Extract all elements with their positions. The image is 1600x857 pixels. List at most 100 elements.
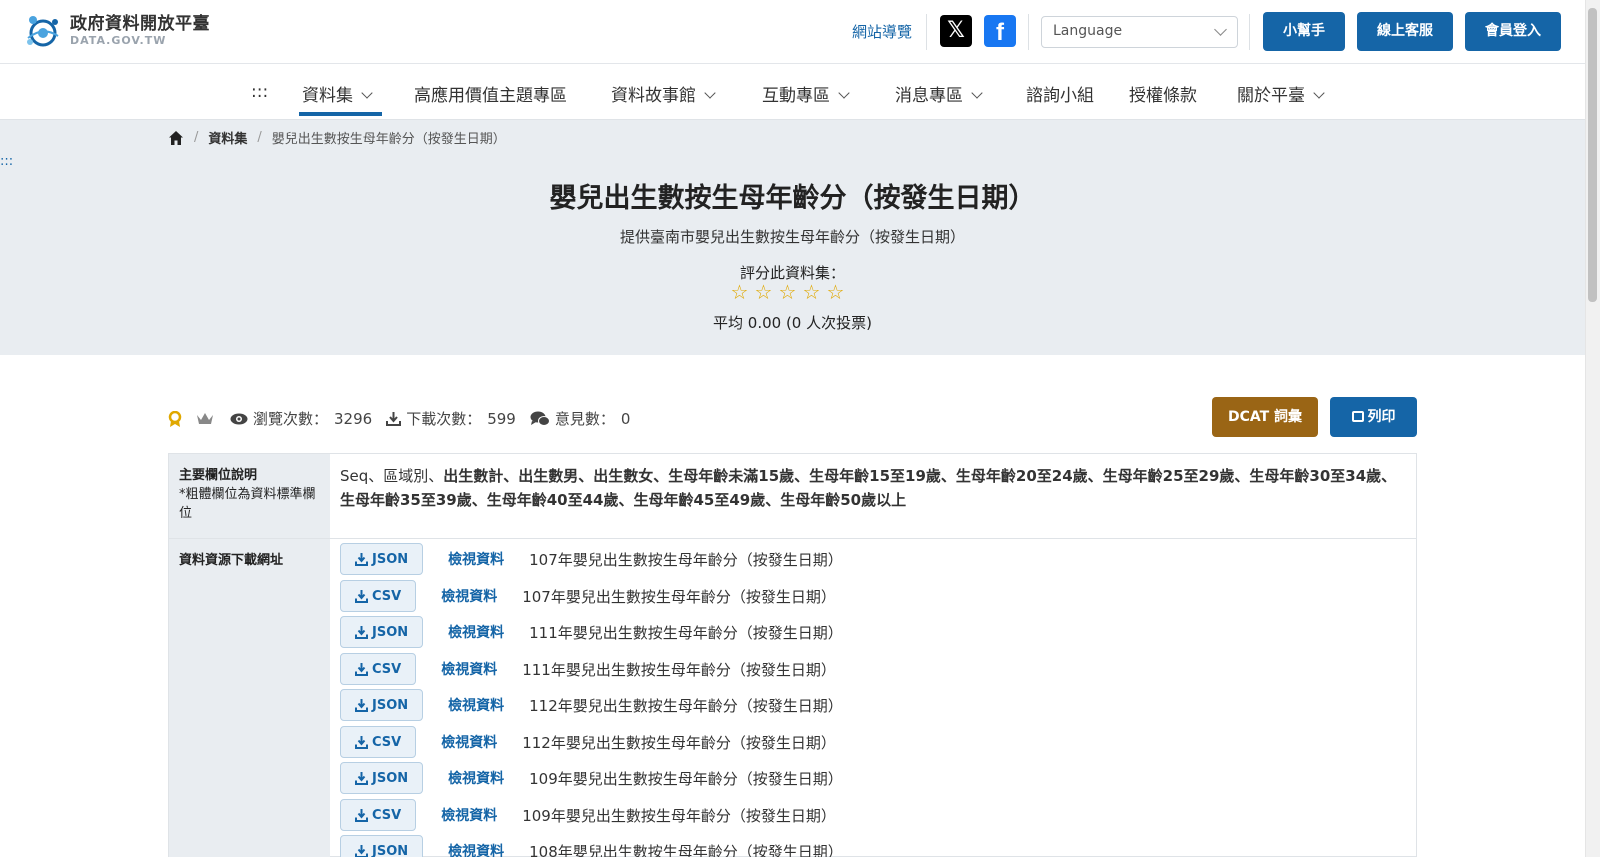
format-label: JSON [372,624,409,640]
download-csv-button[interactable]: CSV [340,799,417,831]
download-icon [355,844,368,857]
support-button[interactable]: 線上客服 [1357,12,1453,51]
login-button[interactable]: 會員登入 [1465,12,1561,51]
nav-item-interactive[interactable]: 互動專區 [762,81,850,106]
crown-icon [197,412,213,424]
language-select-value: Language [1053,23,1123,39]
view-data-link[interactable]: 檢視資料 [448,841,504,857]
print-button[interactable]: 列印 [1330,397,1417,437]
content-accesskey[interactable]: ::: [0,154,13,169]
comments-label: 意見數： [554,410,615,428]
comments-stat: 意見數： 0 [530,408,630,429]
chevron-down-icon [361,87,373,99]
download-csv-button[interactable]: CSV [340,580,417,612]
format-label: CSV [372,588,402,604]
star-icon[interactable]: ☆ [826,282,845,302]
nav-item-label: 諮詢小組 [1026,86,1094,106]
top-header: 政府資料開放平臺 DATA.GOV.TW 網站導覽 𝕏 f Language 小… [0,0,1585,64]
divider [926,14,927,50]
downloads-stat: 下載次數： 599 [386,408,516,429]
nav-item-advisory[interactable]: 諮詢小組 [1026,81,1094,106]
fields-value: Seq、區域別、出生數計、出生數男、出生數女、生母年齡未滿15歲、生母年齡15至… [330,454,1416,538]
resource-name: 108年嬰兒出生數按生母年齡分（按發生日期） [529,842,843,857]
logo-icon [27,16,59,47]
resource-name: 112年嬰兒出生數按生母年齡分（按發生日期） [522,733,836,752]
download-csv-button[interactable]: CSV [340,653,417,685]
dcat-button[interactable]: DCAT 詞彙 [1212,397,1318,437]
breadcrumb: / 資料集 / 嬰兒出生數按生母年齡分（按發生日期） [168,128,506,147]
award-icon [168,410,182,427]
download-json-button[interactable]: JSON [340,835,424,857]
view-data-link[interactable]: 檢視資料 [441,586,497,606]
fields-header-title: 主要欄位說明 [179,468,258,483]
views-count: 3296 [334,409,373,428]
fields-bold: 出生數計、出生數男、出生數女、生母年齡未滿15歲、生母年齡15至19歲、生母年齡… [340,467,1397,509]
view-data-link[interactable]: 檢視資料 [441,805,497,825]
comments-icon [530,411,550,426]
star-icon[interactable]: ☆ [730,282,749,302]
chevron-down-icon [704,87,716,99]
views-label: 瀏覽次數： [253,410,329,428]
print-label: 列印 [1367,409,1396,425]
resources-header: 資料資源下載網址 [169,539,330,857]
download-json-button[interactable]: JSON [340,616,424,648]
dataset-stats: 瀏覽次數： 3296 下載次數： 599 意見數： 0 [168,408,644,429]
divider [1028,14,1029,50]
star-icon[interactable]: ☆ [754,282,773,302]
nav-item-label: 消息專區 [895,86,963,106]
view-data-link[interactable]: 檢視資料 [441,732,497,752]
resource-name: 107年嬰兒出生數按生母年齡分（按發生日期） [522,587,836,606]
nav-item-label: 關於平臺 [1237,86,1305,106]
view-data-link[interactable]: 檢視資料 [448,622,504,642]
dataset-hero: / 資料集 / 嬰兒出生數按生母年齡分（按發生日期） ::: 嬰兒出生數按生母年… [0,120,1585,355]
download-json-button[interactable]: JSON [340,543,424,575]
resource-row: JSON 檢視資料 111年嬰兒出生數按生母年齡分（按發生日期） [340,616,843,648]
format-label: JSON [372,843,409,857]
views-stat: 瀏覽次數： 3296 [230,408,372,429]
resource-row: JSON 檢視資料 109年嬰兒出生數按生母年齡分（按發生日期） [340,762,843,794]
nav-item-label: 高應用價值主題專區 [414,86,567,106]
nav-item-label: 資料集 [302,86,353,106]
view-data-link[interactable]: 檢視資料 [448,549,504,569]
helper-button[interactable]: 小幫手 [1263,12,1345,51]
language-select[interactable]: Language [1041,16,1238,48]
row-divider [169,538,1416,539]
sitemap-link[interactable]: 網站導覽 [852,21,912,42]
nav-item-license[interactable]: 授權條款 [1129,81,1197,106]
scrollbar-thumb[interactable] [1588,8,1597,302]
nav-item-news[interactable]: 消息專區 [895,81,983,106]
star-icon[interactable]: ☆ [802,282,821,302]
nav-item-stories[interactable]: 資料故事館 [611,81,716,106]
divider [1249,14,1250,50]
breadcrumb-current: 嬰兒出生數按生母年齡分（按發生日期） [271,132,506,147]
view-data-link[interactable]: 檢視資料 [441,659,497,679]
facebook-icon[interactable]: f [984,15,1016,47]
site-logo[interactable]: 政府資料開放平臺 DATA.GOV.TW [24,12,210,50]
logo-title: 政府資料開放平臺 [70,14,210,34]
print-icon [1351,411,1364,422]
nav-item-about[interactable]: 關於平臺 [1237,81,1325,106]
resource-name: 109年嬰兒出生數按生母年齡分（按發生日期） [522,806,836,825]
resource-name: 107年嬰兒出生數按生母年齡分（按發生日期） [529,550,843,569]
download-icon [355,698,368,712]
nav-item-datasets[interactable]: 資料集 [302,81,373,106]
x-icon[interactable]: 𝕏 [940,15,972,47]
download-json-button[interactable]: JSON [340,762,424,794]
format-label: JSON [372,697,409,713]
download-json-button[interactable]: JSON [340,689,424,721]
downloads-count: 599 [487,409,516,428]
download-csv-button[interactable]: CSV [340,726,417,758]
breadcrumb-datasets[interactable]: 資料集 [208,128,247,147]
view-data-link[interactable]: 檢視資料 [448,695,504,715]
star-icon[interactable]: ☆ [778,282,797,302]
rating-average: 平均 0.00 (0 人次投票) [713,314,872,332]
chevron-down-icon [838,87,850,99]
home-icon[interactable] [168,130,184,146]
fields-plain: Seq、區域別、 [340,467,444,485]
nav-accesskey[interactable]: ::: [251,82,268,102]
view-data-link[interactable]: 檢視資料 [448,768,504,788]
download-icon [355,808,368,822]
breadcrumb-separator: / [257,130,262,145]
chevron-down-icon [1214,23,1227,36]
nav-item-high-value[interactable]: 高應用價值主題專區 [414,81,567,106]
